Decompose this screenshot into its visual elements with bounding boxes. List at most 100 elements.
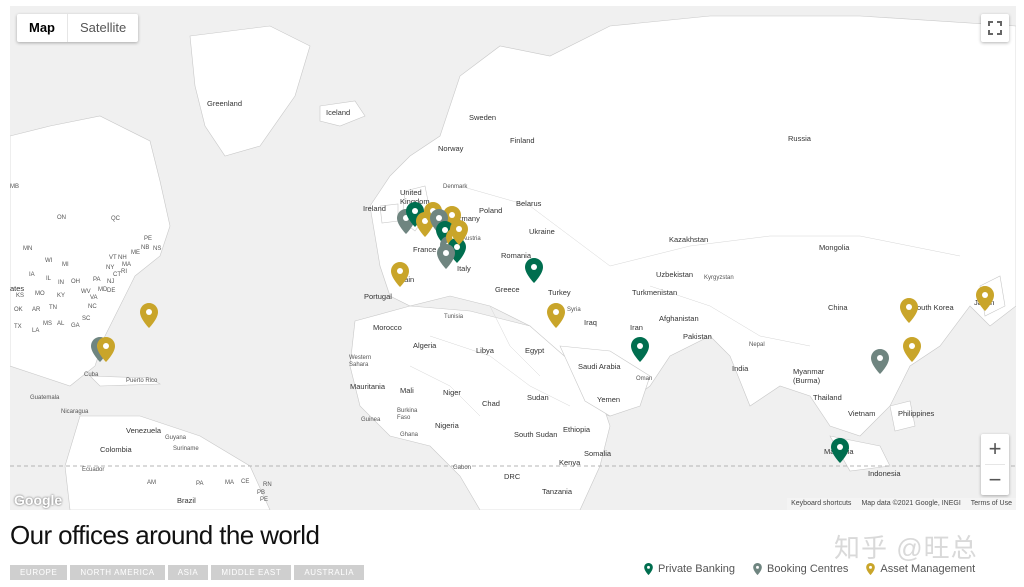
- map-label: India: [732, 364, 749, 373]
- map-label: Vietnam: [848, 409, 876, 418]
- map-label: KS: [16, 293, 25, 299]
- map-label: Nigeria: [435, 421, 459, 430]
- map-label: Greenland: [207, 99, 243, 108]
- map-label: Greece: [495, 285, 520, 294]
- map-label: Colombia: [100, 445, 132, 454]
- map-label: MA: [122, 262, 131, 268]
- map-pin-icon: [437, 244, 455, 269]
- map-label: IL: [46, 276, 52, 282]
- map-label: OK: [14, 307, 23, 313]
- map-label: Ukraine: [529, 227, 555, 236]
- map-label: Belarus: [516, 199, 542, 208]
- map-label: SC: [82, 316, 91, 322]
- map-label: Kazakhstan: [669, 235, 709, 244]
- map-attribution: Keyboard shortcuts Map data ©2021 Google…: [787, 498, 1016, 510]
- fullscreen-icon: [988, 21, 1002, 35]
- private-banking-marker[interactable]: [631, 337, 649, 362]
- map-label: Tanzania: [542, 487, 573, 496]
- zoom-out-button[interactable]: −: [981, 465, 1009, 495]
- map-label: Syria: [567, 307, 581, 313]
- map-label: Sweden: [469, 113, 497, 122]
- asset-management-marker[interactable]: [140, 303, 158, 328]
- map-label: Mauritania: [350, 382, 386, 391]
- map-label: Libya: [476, 346, 494, 355]
- map-label: Ireland: [363, 204, 386, 213]
- world-map[interactable]: Map Satellite + − Greenland Iceland Swed…: [10, 6, 1016, 510]
- tab-australia[interactable]: AUSTRALIA: [294, 565, 365, 580]
- private-banking-marker[interactable]: [525, 258, 543, 283]
- booking-centres-marker[interactable]: [437, 244, 455, 269]
- map-label: Ethiopia: [563, 425, 591, 434]
- map-label: PA: [196, 481, 204, 487]
- map-label: NB: [141, 245, 150, 251]
- map-label: Italy: [457, 264, 471, 273]
- asset-management-marker[interactable]: [976, 286, 994, 311]
- map-label: Western Sahara: [349, 355, 372, 368]
- map-label: WI: [45, 258, 53, 264]
- legend-label: Private Banking: [658, 563, 736, 575]
- map-label: PE: [260, 497, 269, 503]
- tab-north-america[interactable]: NORTH AMERICA: [70, 565, 165, 580]
- map-label: Turkey: [548, 288, 571, 297]
- map-pin-icon: [631, 337, 649, 362]
- zoom-control: + −: [981, 434, 1009, 495]
- map-label: Guyana: [165, 435, 187, 441]
- map-label: Afghanistan: [659, 314, 699, 323]
- map-pin-icon: [976, 286, 994, 311]
- map-label: VT: [109, 255, 117, 261]
- map-label: Somalia: [584, 449, 612, 458]
- map-label: Norway: [438, 144, 464, 153]
- asset-management-marker[interactable]: [903, 337, 921, 362]
- map-pin-icon: [871, 349, 889, 374]
- terms-of-use-link[interactable]: Terms of Use: [971, 498, 1012, 510]
- map-label: WV: [81, 289, 91, 295]
- map-label: Egypt: [525, 346, 545, 355]
- map-pin-icon: [97, 337, 115, 362]
- keyboard-shortcuts-link[interactable]: Keyboard shortcuts: [791, 498, 851, 510]
- map-pin-icon: [391, 262, 409, 287]
- map-label: Portugal: [364, 292, 392, 301]
- map-label: Kenya: [559, 458, 581, 467]
- map-label: OH: [71, 279, 80, 285]
- legend-private-banking: Private Banking: [644, 563, 735, 575]
- page-title: Our offices around the world: [10, 520, 320, 550]
- map-label: VA: [90, 295, 98, 301]
- tab-asia[interactable]: ASIA: [167, 565, 209, 580]
- map-label: MD: [98, 287, 108, 293]
- map-label: Finland: [510, 136, 535, 145]
- map-label: CT: [113, 272, 121, 278]
- asset-management-marker[interactable]: [391, 262, 409, 287]
- map-label: RN: [263, 482, 272, 488]
- map-label: Myanmar (Burma): [793, 367, 825, 385]
- map-label: Saudi Arabia: [578, 362, 621, 371]
- map-pin-icon: [547, 303, 565, 328]
- map-label: Ghana: [400, 432, 419, 438]
- map-label: Suriname: [173, 446, 199, 452]
- map-pin-icon: [900, 298, 918, 323]
- map-pin-icon: [525, 258, 543, 283]
- booking-centres-marker[interactable]: [871, 349, 889, 374]
- tab-middle-east[interactable]: MIDDLE EAST: [211, 565, 292, 580]
- map-pin-icon: [450, 220, 468, 245]
- map-label: Venezuela: [126, 426, 162, 435]
- map-label: Nicaragua: [61, 409, 89, 415]
- map-type-satellite-button[interactable]: Satellite: [68, 14, 138, 42]
- fullscreen-button[interactable]: [981, 14, 1009, 42]
- asset-management-marker[interactable]: [900, 298, 918, 323]
- map-label: PB: [257, 490, 266, 496]
- map-label: Philippines: [898, 409, 935, 418]
- map-label: Poland: [479, 206, 503, 215]
- tab-europe[interactable]: EUROPE: [10, 565, 68, 580]
- private-banking-marker[interactable]: [831, 438, 849, 463]
- asset-management-marker[interactable]: [547, 303, 565, 328]
- map-label: China: [828, 303, 848, 312]
- map-type-map-button[interactable]: Map: [17, 14, 68, 42]
- map-label: AM: [147, 480, 156, 486]
- map-label: LA: [32, 328, 40, 334]
- map-label: IN: [58, 280, 64, 286]
- asset-management-marker[interactable]: [97, 337, 115, 362]
- map-label: Cuba: [84, 372, 99, 378]
- zoom-in-button[interactable]: +: [981, 434, 1009, 464]
- asset-management-marker[interactable]: [450, 220, 468, 245]
- map-label: ME: [131, 250, 140, 256]
